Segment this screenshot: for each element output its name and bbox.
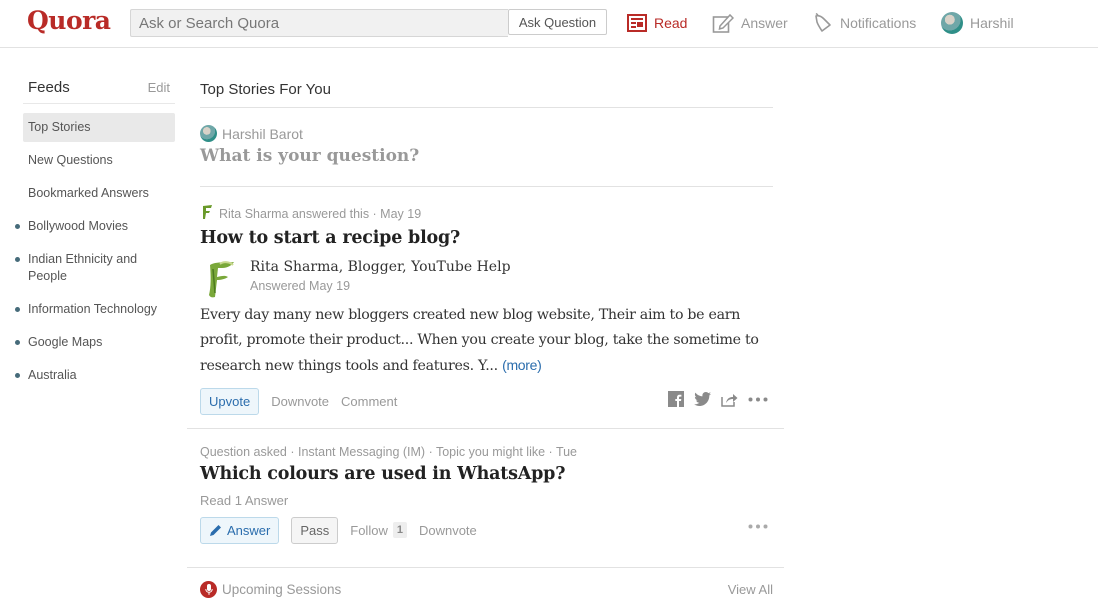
- ask-box-user: Harshil Barot: [200, 125, 773, 142]
- answer-button-label: Answer: [227, 522, 271, 538]
- comment-button[interactable]: Comment: [341, 394, 397, 409]
- page-title: Top Stories For You: [200, 76, 773, 108]
- bullet-icon: [15, 257, 20, 262]
- downvote-button[interactable]: Downvote: [271, 394, 329, 409]
- answer-actions: Upvote Downvote Comment: [200, 387, 773, 415]
- sidebar-item-label: Google Maps: [28, 335, 103, 349]
- story-meta: Question asked · Instant Messaging (IM) …: [200, 445, 773, 459]
- bullet-icon: [15, 340, 20, 345]
- avatar: [200, 125, 217, 142]
- microphone-icon: [200, 581, 217, 598]
- sessions-header: Upcoming Sessions: [200, 581, 341, 598]
- twitter-icon[interactable]: [694, 392, 711, 406]
- sidebar-item-label: Top Stories: [28, 120, 91, 134]
- share-actions: [668, 391, 768, 407]
- share-icon[interactable]: [721, 392, 738, 407]
- upcoming-sessions: Upcoming Sessions View All: [200, 581, 773, 598]
- main-feed: Top Stories For You Harshil Barot What i…: [187, 76, 784, 598]
- story-divider: [187, 428, 784, 429]
- sidebar-item-new-questions[interactable]: New Questions: [23, 146, 175, 175]
- follow-button[interactable]: Follow 1: [350, 522, 407, 538]
- nav-answer-label: Answer: [741, 15, 788, 31]
- upvote-button[interactable]: Upvote: [200, 387, 260, 415]
- quora-logo[interactable]: Quora: [27, 6, 111, 35]
- sidebar-item-label: Bollywood Movies: [28, 219, 129, 233]
- ask-box-user-name: Harshil Barot: [222, 125, 303, 142]
- story-divider: [187, 567, 784, 568]
- nav-read-label: Read: [654, 15, 688, 31]
- feeds-title: Feeds: [28, 79, 70, 96]
- read-answers-link[interactable]: Read 1 Answer: [200, 493, 773, 508]
- story-meta-text: Rita Sharma answered this · May 19: [219, 206, 422, 221]
- sidebar-item-label: Australia: [28, 368, 77, 382]
- nav-notifications-label: Notifications: [840, 15, 917, 31]
- sidebar-item-label: Information Technology: [28, 302, 158, 316]
- read-icon: [627, 14, 647, 32]
- question-title[interactable]: Which colours are used in WhatsApp?: [200, 464, 773, 484]
- answer-body: Every day many new bloggers created new …: [200, 303, 773, 379]
- answered-date: Answered May 19: [250, 279, 351, 293]
- search-input[interactable]: [131, 10, 508, 36]
- bell-icon: [813, 13, 833, 33]
- story-meta-text: Question asked · Instant Messaging (IM) …: [200, 445, 578, 459]
- nav-read[interactable]: Read: [627, 12, 687, 34]
- author-avatar[interactable]: [202, 259, 238, 299]
- sidebar-item-label: Indian Ethnicity and People: [28, 252, 138, 283]
- feeds-sidebar: Feeds Edit Top Stories New Questions Boo…: [15, 76, 175, 394]
- feed-story: Question asked · Instant Messaging (IM) …: [200, 445, 773, 544]
- answer-author: Rita Sharma, Blogger, YouTube Help Answe…: [200, 259, 773, 299]
- sidebar-item-bollywood-movies[interactable]: Bollywood Movies: [15, 212, 175, 241]
- bullet-icon: [15, 224, 20, 229]
- sidebar-item-information-technology[interactable]: Information Technology: [15, 295, 175, 324]
- top-header: Quora Ask Question Read Answer Notificat…: [0, 0, 1098, 48]
- question-title[interactable]: How to start a recipe blog?: [200, 228, 773, 248]
- sidebar-item-label: Bookmarked Answers: [28, 186, 149, 200]
- ask-question-prompt[interactable]: What is your question?: [200, 146, 773, 166]
- author-credential[interactable]: Rita Sharma, Blogger, YouTube Help: [250, 259, 511, 275]
- sidebar-item-google-maps[interactable]: Google Maps: [15, 328, 175, 357]
- ask-question-button[interactable]: Ask Question: [508, 9, 607, 35]
- follow-label: Follow: [350, 522, 388, 538]
- ask-box[interactable]: Harshil Barot What is your question?: [200, 108, 773, 187]
- bullet-icon: [15, 307, 20, 312]
- answer-icon: [712, 12, 734, 34]
- sidebar-item-bookmarked-answers[interactable]: Bookmarked Answers: [23, 179, 175, 208]
- bullet-icon: [15, 373, 20, 378]
- sidebar-item-label: New Questions: [28, 153, 113, 167]
- search-box[interactable]: [130, 9, 508, 37]
- pencil-icon: [209, 524, 222, 537]
- sidebar-item-indian-ethnicity[interactable]: Indian Ethnicity and People: [15, 245, 175, 291]
- feeds-header: Feeds Edit: [23, 76, 175, 104]
- author-icon: [200, 204, 214, 223]
- feed-story: Rita Sharma answered this · May 19 How t…: [200, 187, 773, 415]
- nav-profile[interactable]: Harshil: [941, 12, 1014, 34]
- avatar: [941, 12, 963, 34]
- more-options-icon[interactable]: [748, 524, 768, 529]
- sidebar-item-australia[interactable]: Australia: [15, 361, 175, 390]
- answer-text: Every day many new bloggers created new …: [200, 307, 759, 374]
- facebook-icon[interactable]: [668, 391, 684, 407]
- edit-feeds-link[interactable]: Edit: [148, 80, 170, 95]
- pass-button[interactable]: Pass: [291, 516, 339, 544]
- nav-profile-label: Harshil: [970, 15, 1014, 31]
- question-actions: Answer Pass Follow 1 Downvote: [200, 516, 773, 544]
- nav-answer[interactable]: Answer: [712, 12, 788, 34]
- downvote-button[interactable]: Downvote: [419, 523, 477, 538]
- nav-notifications[interactable]: Notifications: [813, 12, 916, 34]
- sessions-label: Upcoming Sessions: [222, 582, 342, 597]
- more-link[interactable]: (more): [502, 357, 542, 373]
- follow-count: 1: [392, 522, 407, 538]
- more-options-icon[interactable]: [748, 397, 768, 402]
- sidebar-item-top-stories[interactable]: Top Stories: [23, 113, 175, 142]
- story-meta: Rita Sharma answered this · May 19: [200, 204, 773, 223]
- view-all-link[interactable]: View All: [728, 582, 773, 597]
- answer-button[interactable]: Answer: [200, 516, 280, 544]
